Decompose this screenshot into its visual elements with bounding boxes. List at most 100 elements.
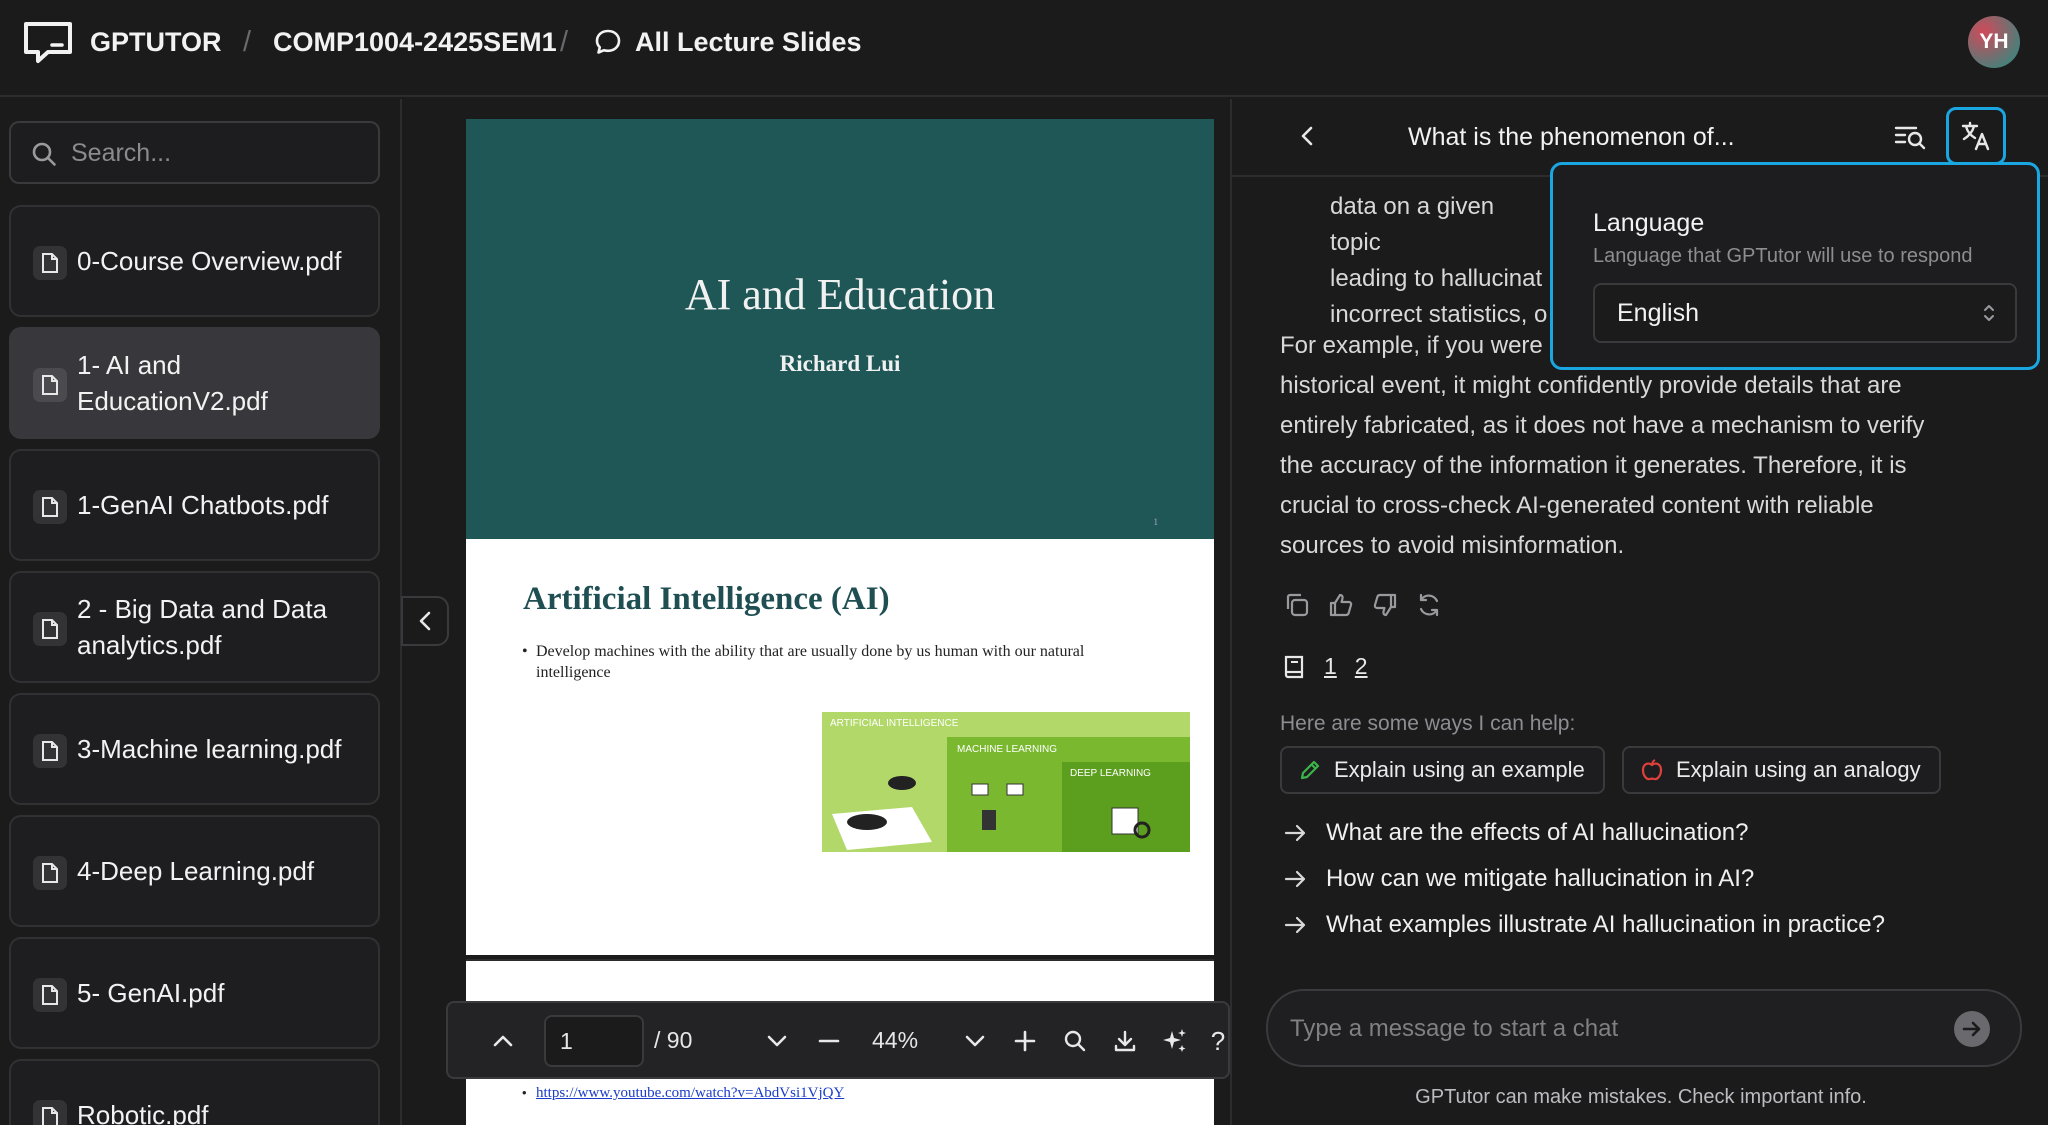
- page-total: / 90: [654, 1027, 693, 1053]
- app-name[interactable]: GPTUTOR: [90, 24, 222, 60]
- help-button[interactable]: ?: [1206, 1022, 1230, 1060]
- regenerate-icon[interactable]: [1416, 592, 1442, 618]
- thumbs-up-icon[interactable]: [1328, 592, 1354, 618]
- file-label: Robotic.pdf: [77, 1100, 209, 1125]
- file-icon: [33, 612, 67, 646]
- popover-description: Language that GPTutor will use to respon…: [1593, 245, 1973, 267]
- file-item-active[interactable]: 1- AI and EducationV2.pdf: [9, 327, 380, 439]
- file-icon: [33, 246, 67, 280]
- language-button[interactable]: [1946, 107, 2006, 165]
- chevron-left-icon: [419, 611, 431, 631]
- download-button[interactable]: [1106, 1022, 1144, 1060]
- back-button[interactable]: [1298, 121, 1316, 156]
- file-label: 1- AI and EducationV2.pdf: [77, 350, 268, 416]
- file-label: 1-GenAI Chatbots.pdf: [77, 490, 329, 520]
- file-label: 3-Machine learning.pdf: [77, 734, 342, 764]
- avatar[interactable]: YH: [1968, 16, 2020, 68]
- file-label: 4-Deep Learning.pdf: [77, 856, 315, 886]
- chevron-down-icon: [767, 1035, 787, 1047]
- thumbs-down-icon[interactable]: [1372, 592, 1398, 618]
- chat-title: What is the phenomenon of...: [1408, 123, 1735, 151]
- followup-label: How can we mitigate hallucination in AI?: [1326, 865, 1755, 892]
- sparkle-icon: [1163, 1029, 1186, 1052]
- explain-analogy-chip[interactable]: Explain using an analogy: [1622, 746, 1941, 794]
- ai-ml-dl-diagram: ARTIFICIAL INTELLIGENCE MACHINE LEARNING…: [822, 712, 1190, 867]
- slide-title: AI and Education: [684, 270, 996, 319]
- apple-icon: [1641, 759, 1663, 781]
- slide-bullet-dot: •: [522, 1085, 527, 1100]
- zoom-dropdown-button[interactable]: [956, 1022, 994, 1060]
- followup-question[interactable]: What are the effects of AI hallucination…: [1284, 819, 1748, 847]
- file-icon: [33, 368, 67, 402]
- message-line: the accuracy of the information it gener…: [1280, 452, 1907, 479]
- breadcrumb-separator: /: [560, 26, 569, 58]
- search-input[interactable]: [71, 133, 361, 173]
- ai-sparkle-button[interactable]: [1156, 1022, 1194, 1060]
- sources-row: 1 2: [1282, 653, 1368, 680]
- file-item[interactable]: 1-GenAI Chatbots.pdf: [9, 449, 380, 561]
- top-bar: GPTUTOR / COMP1004-2425SEM1 / All Lectur…: [0, 0, 2048, 97]
- breadcrumb-separator: /: [243, 26, 252, 58]
- text-search-icon: [1894, 126, 1926, 150]
- breadcrumb-section[interactable]: All Lecture Slides: [635, 24, 862, 60]
- source-link[interactable]: 1: [1324, 653, 1337, 680]
- followup-question[interactable]: What examples illustrate AI hallucinatio…: [1284, 911, 1885, 939]
- search-box[interactable]: [9, 121, 380, 184]
- chat-input-box[interactable]: [1266, 989, 2022, 1067]
- message-line: entirely fabricated, as it does not have…: [1280, 412, 1925, 439]
- chat-input[interactable]: [1290, 1009, 1930, 1049]
- page-number-input[interactable]: 1: [544, 1015, 644, 1067]
- source-link[interactable]: 2: [1355, 653, 1368, 680]
- graphic-label-ai: ARTIFICIAL INTELLIGENCE: [830, 718, 959, 729]
- file-item[interactable]: 3-Machine learning.pdf: [9, 693, 380, 805]
- pdf-toolbar: 1 / 90 44% ?: [446, 1001, 1230, 1079]
- file-icon: [33, 490, 67, 524]
- file-item[interactable]: 0-Course Overview.pdf: [9, 205, 380, 317]
- explain-example-chip[interactable]: Explain using an example: [1280, 746, 1605, 794]
- chat-bubble-icon: [595, 29, 621, 54]
- minus-icon: [818, 1039, 840, 1043]
- file-item[interactable]: Robotic.pdf: [9, 1059, 380, 1125]
- zoom-out-button[interactable]: [810, 1022, 848, 1060]
- next-page-button[interactable]: [758, 1022, 796, 1060]
- send-button[interactable]: [1954, 1011, 1990, 1047]
- file-label: 5- GenAI.pdf: [77, 978, 225, 1008]
- file-item[interactable]: 5- GenAI.pdf: [9, 937, 380, 1049]
- breadcrumb-course[interactable]: COMP1004-2425SEM1: [273, 24, 557, 60]
- graphic-label-ml: MACHINE LEARNING: [957, 744, 1057, 755]
- arrow-right-icon: [1284, 824, 1306, 842]
- slide-title: Artificial Intelligence (AI): [523, 581, 890, 617]
- message-line: historical event, it might confidently p…: [1280, 372, 1902, 399]
- collapse-sidebar-button[interactable]: [401, 596, 449, 646]
- search-document-button[interactable]: [1894, 123, 1926, 158]
- slide-bullet: Develop machines with the ability that a…: [522, 641, 1162, 683]
- message-actions: [1284, 592, 1442, 618]
- pdf-viewer[interactable]: AI and Education Richard Lui 1 Artificia…: [404, 99, 1230, 1125]
- translate-icon: [1961, 121, 1990, 151]
- message-line: crucial to cross-check AI-generated cont…: [1280, 492, 1874, 519]
- arrow-right-icon: [1962, 1021, 1981, 1037]
- copy-icon[interactable]: [1284, 592, 1310, 618]
- file-label: 2 - Big Data and Data analytics.pdf: [77, 594, 328, 660]
- prev-page-button[interactable]: [484, 1022, 522, 1060]
- message-line: leading to hallucinat: [1330, 265, 1543, 292]
- help-label: Here are some ways I can help:: [1280, 712, 1576, 735]
- followup-label: What are the effects of AI hallucination…: [1326, 819, 1749, 846]
- file-icon: [33, 856, 67, 890]
- file-item[interactable]: 2 - Big Data and Data analytics.pdf: [9, 571, 380, 683]
- language-popover: Language Language that GPTutor will use …: [1550, 162, 2040, 370]
- language-select[interactable]: English: [1593, 283, 2017, 343]
- message-line: sources to avoid misinformation.: [1280, 532, 1625, 559]
- message-partial-text: data on a given topic leading to halluci…: [1330, 189, 1550, 333]
- followup-question[interactable]: How can we mitigate hallucination in AI?: [1284, 865, 1754, 893]
- book-icon: [1284, 655, 1304, 678]
- search-pdf-button[interactable]: [1056, 1022, 1094, 1060]
- file-item[interactable]: 4-Deep Learning.pdf: [9, 815, 380, 927]
- arrow-right-icon: [1284, 916, 1306, 934]
- chip-label: Explain using an example: [1334, 757, 1585, 782]
- slide-page-number: 1: [1153, 517, 1159, 527]
- slide-link[interactable]: https://www.youtube.com/watch?v=AbdVsi1V…: [536, 1085, 844, 1102]
- chat-logo-icon[interactable]: [22, 20, 74, 64]
- zoom-in-button[interactable]: [1006, 1022, 1044, 1060]
- slide-author: Richard Lui: [779, 351, 901, 376]
